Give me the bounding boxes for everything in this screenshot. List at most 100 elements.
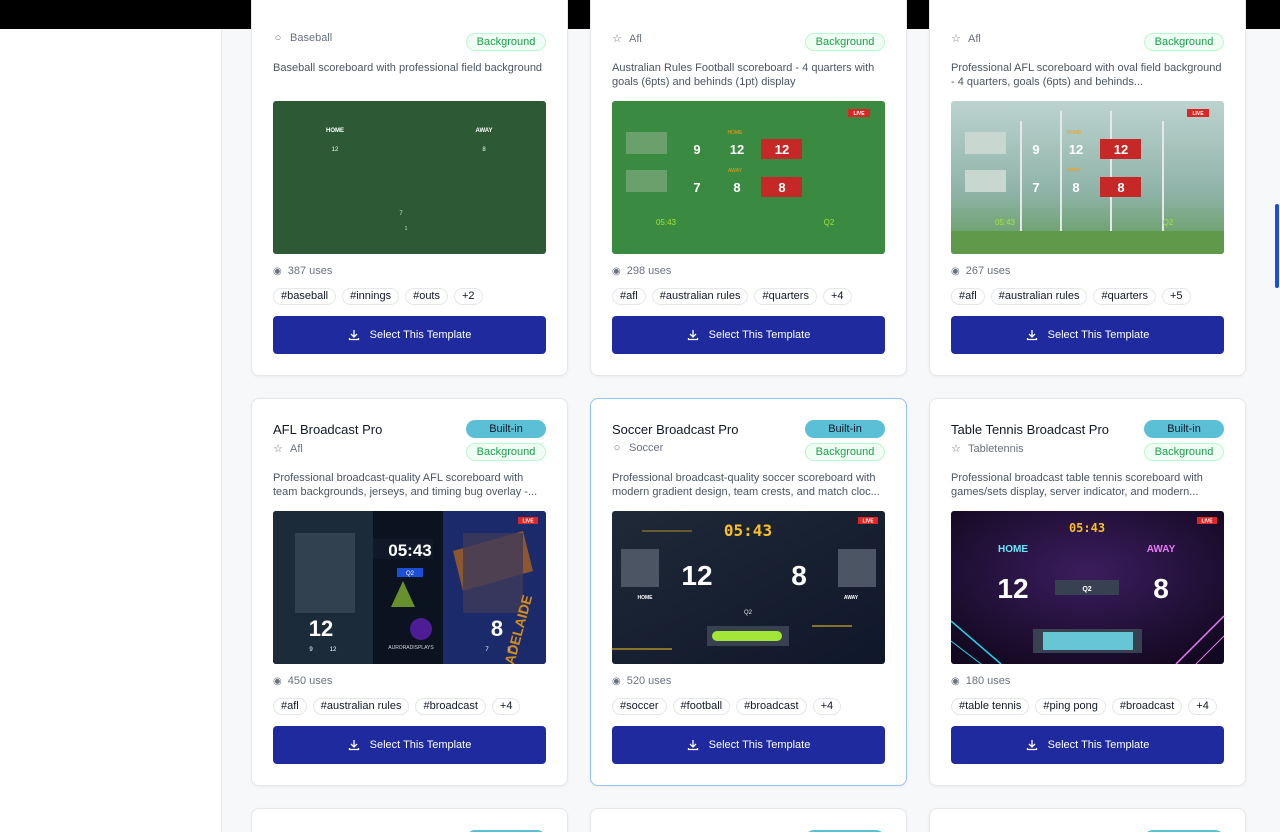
background-badge: Background (1144, 33, 1224, 51)
eye-icon: ◉ (273, 265, 282, 277)
tag[interactable]: #quarters (1093, 288, 1156, 305)
template-card-afl-broadcast-pro[interactable]: AFL Broadcast Pro Built-in ☆ Afl Backgrou… (251, 398, 568, 786)
template-preview[interactable]: HOME AWAY 12 8 7 1 (273, 101, 546, 254)
tag[interactable]: #broadcast (415, 698, 486, 715)
preview-period: Q2 (1082, 586, 1091, 593)
download-icon (687, 330, 698, 341)
template-title: Soccer Broadcast Pro (612, 422, 739, 437)
template-card-table-tennis-broadcast-pro[interactable]: Table Tennis Broadcast Pro Built-in ☆ Tab… (929, 398, 1246, 786)
preview-home-score: 12 (997, 573, 1028, 604)
preview-away-total: 8 (1117, 180, 1124, 195)
preview-brand: AURORADISPLAYS (388, 645, 434, 651)
sport-label: ☆ Afl (951, 32, 981, 46)
tag[interactable]: #afl (612, 288, 646, 305)
template-preview[interactable]: LIVE 05:43 HOME AWAY 12 8 Q2 (951, 511, 1224, 664)
sport-label: ○ Soccer (613, 442, 664, 454)
preview-away-label: AWAY (844, 595, 859, 601)
tag[interactable]: #afl (273, 698, 307, 715)
template-preview[interactable]: LIVE 05:43 HOME AWAY 12 8 Q2 (612, 511, 885, 664)
preview-away-score: 8 (1153, 573, 1169, 604)
preview-away-goals: 7 (1032, 180, 1039, 195)
select-template-button[interactable]: Select This Template (273, 726, 546, 764)
builtin-badge: Built-in (466, 420, 546, 438)
tag[interactable]: #broadcast (1111, 698, 1183, 715)
template-card-afl[interactable]: ☆ Afl Background Australian Rules Footbal… (590, 0, 907, 376)
table-tennis-broadcast-preview: LIVE 05:43 HOME AWAY 12 8 Q2 (951, 511, 1224, 664)
tag-more[interactable]: +2 (454, 288, 483, 305)
star-icon: ☆ (273, 443, 283, 455)
select-template-button[interactable]: Select This Template (951, 316, 1224, 354)
tag[interactable]: #innings (342, 288, 400, 305)
preview-clock: 05:43 (995, 218, 1016, 227)
preview-home-goals: 9 (1032, 142, 1039, 157)
tag[interactable]: #australian rules (990, 288, 1088, 305)
tag[interactable]: #football (672, 698, 731, 715)
preview-clock: 05:43 (656, 218, 677, 227)
select-template-button[interactable]: Select This Template (612, 316, 885, 354)
afl-broadcast-preview: LIVE 05:43 Q2 AURORADISPLAYS 12 8 9 12 7… (273, 511, 546, 664)
preview-home-label: HOME (998, 544, 1028, 555)
preview-period: Q2 (1163, 218, 1174, 227)
template-card-soccer-broadcast-pro[interactable]: Soccer Broadcast Pro Built-in ○ Soccer Ba… (590, 398, 907, 786)
circle-icon: ○ (613, 442, 621, 454)
circle-icon: ○ (274, 32, 282, 44)
template-card[interactable] (251, 808, 568, 832)
afl-scoreboard-preview: LIVE HOME AWAY 9 12 12 7 8 8 05:43 Q2 (612, 101, 885, 254)
download-icon (1026, 740, 1037, 751)
tag-list: #afl #australian rules #quarters +5 (951, 288, 1191, 305)
tag-more[interactable]: +4 (491, 698, 521, 715)
preview-home-total: 12 (775, 142, 789, 157)
preview-clock: 05:43 (1069, 521, 1105, 535)
tag[interactable]: #quarters (754, 288, 817, 305)
tag-more[interactable]: +4 (1188, 698, 1217, 715)
scrollbar-thumb[interactable] (1275, 204, 1279, 288)
preview-away-label: AWAY (728, 168, 743, 174)
template-preview[interactable]: LIVE HOME AWAY 9 12 12 7 8 8 05:43 Q2 (612, 101, 885, 254)
preview-period: Q2 (744, 610, 753, 616)
builtin-badge: Built-in (1144, 420, 1224, 438)
usage-count: ◉ 298 uses (612, 265, 672, 277)
select-template-button[interactable]: Select This Template (612, 726, 885, 764)
template-preview[interactable]: LIVE 05:43 Q2 AURORADISPLAYS 12 8 9 12 7… (273, 511, 546, 664)
tag[interactable]: #ping pong (1035, 698, 1106, 715)
preview-home-behinds: 12 (1069, 142, 1083, 157)
tag[interactable]: #soccer (612, 698, 667, 715)
tag[interactable]: #baseball (273, 288, 337, 305)
preview-away-label: AWAY (1067, 168, 1082, 174)
live-badge: LIVE (853, 111, 865, 117)
builtin-badge: Built-in (805, 420, 885, 438)
template-description: Professional broadcast-quality soccer sc… (612, 472, 880, 498)
sidebar (0, 29, 222, 832)
tag[interactable]: #australian rules (651, 288, 749, 305)
template-card[interactable] (929, 808, 1246, 832)
preview-outs: 1 (405, 226, 408, 232)
preview-home-sub2: 12 (330, 647, 337, 653)
preview-away-behinds: 8 (733, 180, 740, 195)
usage-count: ◉ 520 uses (612, 675, 672, 687)
preview-home-behinds: 12 (730, 142, 744, 157)
tag-list: #afl #australian rules #quarters +4 (612, 288, 852, 305)
live-badge: LIVE (1192, 111, 1204, 117)
tag[interactable]: #outs (405, 288, 448, 305)
tag[interactable]: #afl (951, 288, 985, 305)
tag[interactable]: #table tennis (951, 698, 1030, 715)
template-preview[interactable]: LIVE HOME AWAY 9 12 12 7 8 8 05:43 Q2 (951, 101, 1224, 254)
template-card-baseball[interactable]: ○ Baseball Background Baseball scoreboard… (251, 0, 568, 376)
tag[interactable]: #broadcast (736, 698, 807, 715)
template-card-afl-oval[interactable]: ☆ Afl Background Professional AFL scorebo… (929, 0, 1246, 376)
tag-more[interactable]: +4 (822, 288, 852, 305)
tag-more[interactable]: +5 (1161, 288, 1191, 305)
select-template-button[interactable]: Select This Template (951, 726, 1224, 764)
preview-away-score: 8 (491, 616, 503, 641)
template-description: Professional AFL scoreboard with oval fi… (951, 62, 1222, 88)
star-icon: ☆ (612, 33, 622, 45)
tag-list: #table tennis #ping pong #broadcast +4 (951, 698, 1217, 715)
template-card[interactable] (590, 808, 907, 832)
tag[interactable]: #australian rules (312, 698, 410, 715)
afl-oval-scoreboard-preview: LIVE HOME AWAY 9 12 12 7 8 8 05:43 Q2 (951, 101, 1224, 254)
preview-home-score: 12 (681, 560, 712, 591)
tag-more[interactable]: +4 (812, 698, 842, 715)
preview-away-score: 8 (791, 560, 807, 591)
select-template-button[interactable]: Select This Template (273, 316, 546, 354)
template-description: Professional broadcast-quality AFL score… (273, 472, 538, 498)
